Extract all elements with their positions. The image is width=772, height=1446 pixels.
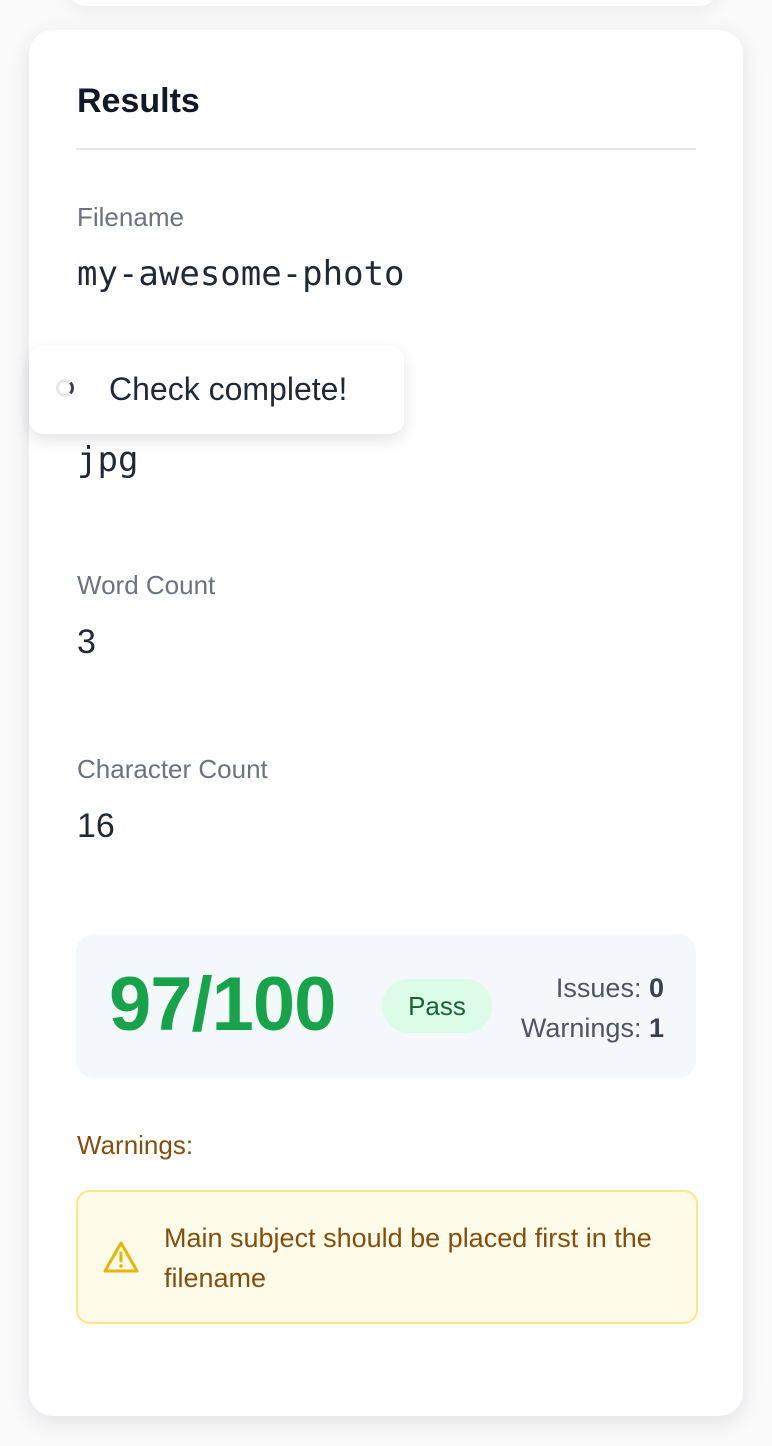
- word-count-value: 3: [77, 623, 96, 661]
- score-panel: 97/100 Pass Issues: 0 Warnings: 1: [76, 934, 696, 1078]
- score-value: 97/100: [109, 962, 336, 1047]
- toast-message: Check complete!: [109, 371, 348, 407]
- issues-count: 0: [648, 973, 664, 1003]
- spinner-icon: [56, 379, 74, 397]
- extension-value: jpg: [77, 440, 139, 480]
- filename-label: Filename: [77, 202, 184, 232]
- issue-counts: Issues: 0 Warnings: 1: [521, 968, 664, 1048]
- filename-value: my-awesome-photo: [77, 254, 405, 294]
- warning-item: Main subject should be placed first in t…: [76, 1190, 698, 1324]
- character-count-label: Character Count: [77, 754, 268, 784]
- warnings-label: Warnings:: [520, 1013, 642, 1043]
- warnings-heading: Warnings:: [77, 1130, 194, 1160]
- results-card: Results Filename my-awesome-photo jpg Wo…: [29, 30, 743, 1416]
- issues-row: Issues: 0: [521, 968, 664, 1008]
- character-count-value: 16: [77, 807, 115, 845]
- previous-card-edge: [68, 0, 718, 6]
- issues-label: Issues:: [555, 973, 642, 1003]
- results-title: Results: [77, 82, 200, 120]
- status-badge: Pass: [382, 979, 492, 1033]
- word-count-label: Word Count: [77, 570, 216, 600]
- warnings-count: 1: [648, 1013, 664, 1043]
- warnings-row: Warnings: 1: [521, 1008, 664, 1048]
- toast-notification[interactable]: Check complete!: [29, 346, 404, 434]
- results-divider: [76, 148, 696, 150]
- warning-triangle-icon: [103, 1241, 139, 1273]
- warning-text: Main subject should be placed first in t…: [164, 1223, 652, 1293]
